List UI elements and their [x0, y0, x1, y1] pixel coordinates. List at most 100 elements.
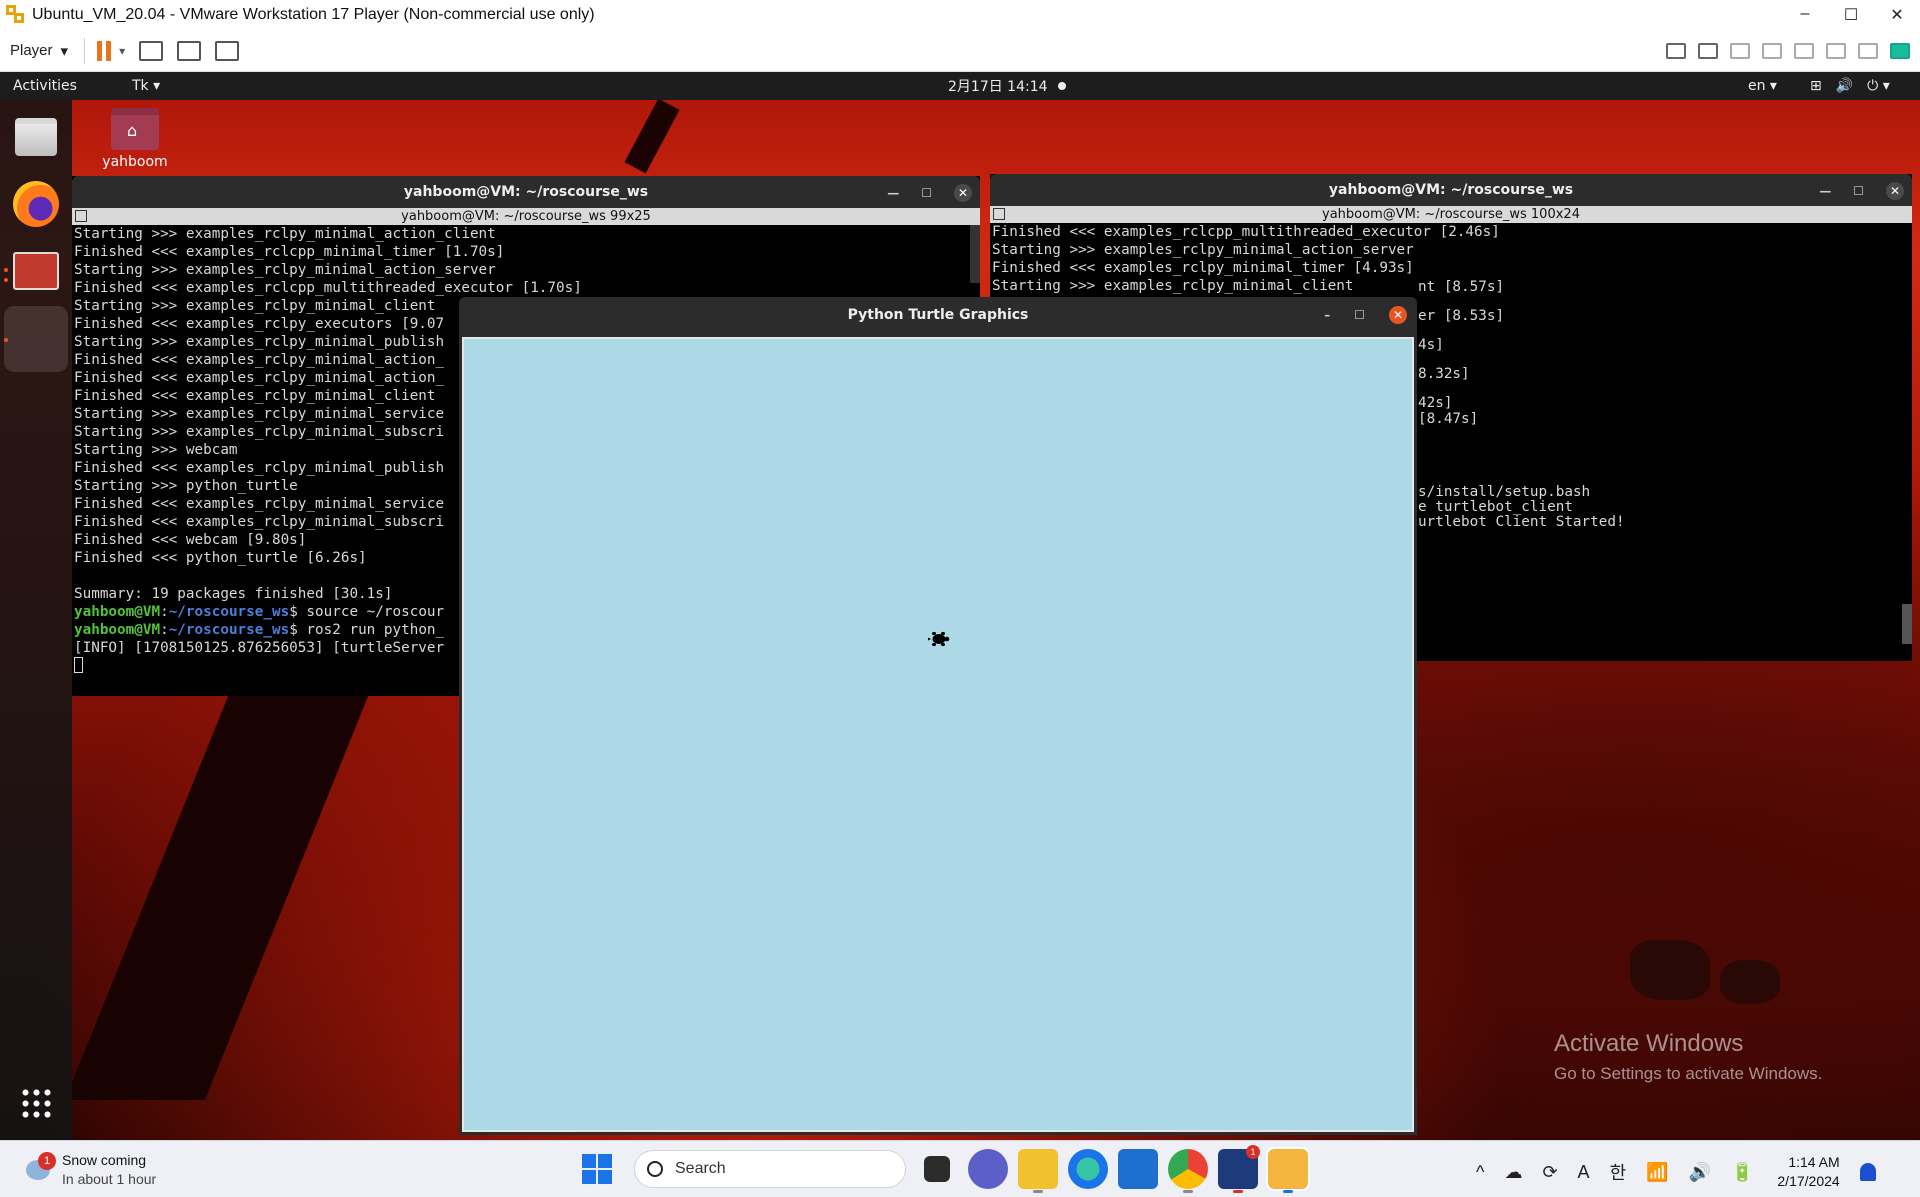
activate-windows-title: Activate Windows [1554, 1030, 1744, 1057]
files-app-icon[interactable] [8, 110, 64, 166]
sound-card-icon[interactable] [1826, 42, 1846, 59]
terminal-line: Starting >>> examples_rclpy_minimal_acti… [992, 242, 1414, 258]
weather-subtitle: In about 1 hour [62, 1171, 157, 1187]
maximize-button[interactable]: ☐ [1354, 308, 1365, 322]
hard-disk-icon[interactable] [1698, 42, 1718, 59]
input-method-icon[interactable]: A [1578, 1162, 1590, 1183]
app-menu[interactable]: Tk ▾ [132, 78, 160, 94]
network-adapter-icon[interactable] [1762, 42, 1782, 59]
chrome-browser-icon[interactable] [1168, 1149, 1208, 1193]
message-log-icon[interactable] [1890, 42, 1910, 59]
turtle-icon [928, 631, 950, 647]
weather-badge: 1 [38, 1152, 56, 1170]
wallpaper-shard [624, 100, 680, 174]
terminal-line-fragment: nt [8.57s] [1418, 279, 1505, 295]
maximize-button[interactable]: ☐ [1828, 5, 1874, 25]
taskbar-search[interactable]: Search [634, 1150, 906, 1188]
tab-grid-icon [993, 208, 1005, 220]
weather-title: Snow coming [62, 1152, 147, 1168]
firefox-app-icon[interactable] [8, 176, 64, 232]
maximize-button[interactable]: ☐ [921, 186, 932, 200]
close-button[interactable]: ✕ [1886, 182, 1904, 200]
home-folder-icon: ⌂ [111, 108, 159, 150]
ubuntu-dock [0, 100, 72, 1140]
terminal-scrollbar[interactable] [1902, 604, 1912, 644]
show-hidden-icons-chevron-icon[interactable]: ^ [1476, 1162, 1484, 1183]
turtle-canvas[interactable] [462, 337, 1414, 1132]
terminal-line-fragment: er [8.53s] [1418, 308, 1505, 324]
system-menu[interactable]: ⊞ 🔊 ⏻ ▾ [1810, 78, 1890, 94]
vmware-titlebar: Ubuntu_VM_20.04 - VMware Workstation 17 … [0, 0, 1920, 30]
terminal-titlebar[interactable]: yahboom@VM: ~/roscourse_ws — ☐ ✕ [72, 176, 980, 208]
file-explorer-icon[interactable] [1018, 1149, 1058, 1193]
onedrive-icon[interactable]: ☁ [1504, 1162, 1522, 1183]
unity-icon[interactable] [215, 40, 240, 61]
sync-icon[interactable]: ⟳ [1542, 1162, 1557, 1183]
windows-taskbar: 1 Snow coming In about 1 hour Search 1 ^… [0, 1140, 1920, 1197]
tk-app-icon[interactable] [4, 306, 68, 372]
vmware-toolbar: Player ▾ ▾ [0, 30, 1920, 72]
text-cursor [74, 657, 83, 673]
send-ctrl-alt-del-icon[interactable] [139, 40, 164, 61]
printer-icon[interactable] [1794, 42, 1814, 59]
terminal-line: Finished <<< examples_rclpy_minimal_time… [992, 260, 1414, 276]
weather-widget[interactable]: 1 Snow coming In about 1 hour [24, 1151, 156, 1189]
power-icon: ⏻ ▾ [1867, 78, 1890, 94]
close-button[interactable]: ✕ [954, 184, 972, 202]
minimize-button[interactable]: – [1324, 308, 1330, 322]
microsoft-store-icon[interactable] [1118, 1149, 1158, 1189]
start-button[interactable] [582, 1154, 612, 1184]
devices-arrow-icon[interactable] [1666, 42, 1686, 59]
search-placeholder: Search [675, 1160, 726, 1177]
pause-icon[interactable] [97, 40, 112, 61]
turtle-graphics-window[interactable]: Python Turtle Graphics – ☐ ✕ [459, 297, 1417, 1135]
usb-device-icon[interactable] [1858, 42, 1878, 59]
chevron-down-icon: ▾ [60, 42, 69, 60]
running-indicator [4, 278, 8, 282]
tab-grid-icon [75, 210, 87, 222]
player-menu-label: Player [10, 42, 53, 59]
terminal-size-bar: yahboom@VM: ~/roscourse_ws 99x25 [72, 208, 980, 225]
battery-icon[interactable]: 🔋 [1731, 1162, 1753, 1183]
teams-app-icon[interactable]: 1 [1218, 1145, 1260, 1193]
maximize-button[interactable]: ☐ [1853, 184, 1864, 198]
wifi-icon[interactable]: 📶 [1646, 1162, 1668, 1183]
show-applications-icon[interactable] [20, 1087, 54, 1121]
terminal-scrollbar[interactable] [970, 225, 980, 283]
volume-icon: 🔊 [1835, 78, 1854, 94]
taskbar-clock[interactable]: 1:14 AM 2/17/2024 [1777, 1153, 1839, 1191]
close-button[interactable]: ✕ [1874, 5, 1920, 25]
teams-chat-icon[interactable] [968, 1149, 1008, 1189]
terminal-line: Finished <<< examples_rclcpp_multithread… [74, 280, 582, 296]
player-menu[interactable]: Player ▾ [0, 42, 68, 60]
terminal-app-icon[interactable] [8, 244, 64, 300]
close-button[interactable]: ✕ [1389, 306, 1407, 324]
speaker-icon[interactable]: 🔊 [1689, 1162, 1711, 1183]
minimize-button[interactable]: — [887, 186, 899, 200]
korean-ime-icon[interactable]: 한 [1610, 1159, 1627, 1185]
turtle-window-titlebar[interactable]: Python Turtle Graphics – ☐ ✕ [459, 297, 1417, 333]
edge-browser-icon[interactable] [1068, 1149, 1108, 1189]
notification-bell-icon[interactable] [1859, 1163, 1876, 1181]
minimize-button[interactable]: — [1819, 184, 1831, 198]
notification-dot-icon [1058, 82, 1066, 90]
terminal-title: yahboom@VM: ~/roscourse_ws [1328, 182, 1574, 198]
network-icon: ⊞ [1810, 78, 1822, 94]
date-time[interactable]: 2月17日 14:14 [948, 76, 1048, 96]
language-selector[interactable]: en ▾ [1748, 78, 1777, 94]
terminal-subtitle: yahboom@VM: ~/roscourse_ws 100x24 [1322, 207, 1580, 222]
terminal-titlebar[interactable]: yahboom@VM: ~/roscourse_ws — ☐ ✕ [990, 174, 1912, 206]
task-view-icon[interactable] [924, 1156, 950, 1182]
system-tray: ^ ☁ ⟳ A 한 📶 🔊 🔋 1:14 AM 2/17/2024 [1476, 1153, 1876, 1191]
fullscreen-icon[interactable] [177, 40, 202, 61]
home-folder-shortcut[interactable]: ⌂ yahboom [102, 108, 168, 170]
vmware-logo-icon [6, 5, 26, 25]
minimize-button[interactable]: – [1782, 5, 1828, 25]
cd-drive-icon[interactable] [1730, 42, 1750, 59]
chevron-down-icon[interactable]: ▾ [119, 44, 125, 58]
vmware-taskbar-icon[interactable] [1266, 1147, 1310, 1193]
activities-button[interactable]: Activities [0, 78, 77, 94]
terminal-size-bar: yahboom@VM: ~/roscourse_ws 100x24 [990, 206, 1912, 223]
home-folder-label: yahboom [102, 154, 168, 170]
turtle-window-title: Python Turtle Graphics [847, 307, 1029, 323]
